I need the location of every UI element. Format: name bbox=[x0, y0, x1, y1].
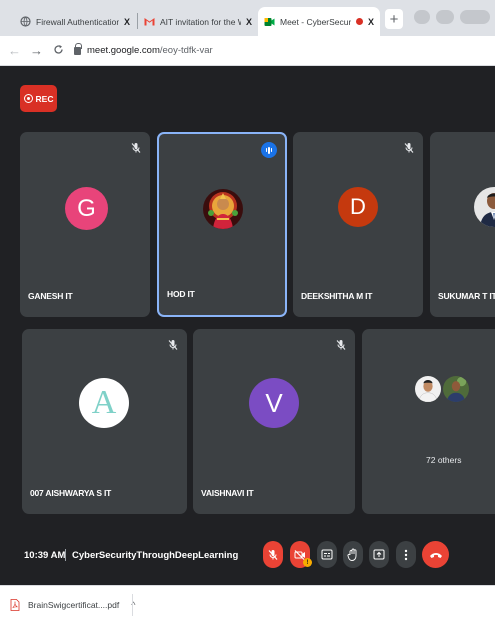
tab-title: AIT invitation for the Workshop - bbox=[160, 16, 241, 27]
more-icon bbox=[404, 549, 408, 560]
tab-close-icon[interactable]: X bbox=[124, 17, 130, 27]
recording-badge: REC bbox=[20, 85, 57, 112]
camera-toggle-button[interactable]: ! bbox=[290, 541, 312, 568]
url-field[interactable]: meet.google.com/eoy-tdfk-var bbox=[74, 42, 213, 56]
raise-hand-button[interactable] bbox=[343, 541, 363, 568]
rec-label: REC bbox=[35, 93, 54, 104]
avatar: D bbox=[338, 187, 378, 227]
tab-close-icon[interactable]: X bbox=[246, 17, 252, 27]
speaking-indicator-icon bbox=[261, 142, 277, 158]
warning-badge: ! bbox=[303, 558, 312, 567]
others-count: 72 others bbox=[426, 455, 462, 465]
download-item[interactable]: BrainSwigcertificat....pdf ^ bbox=[10, 595, 135, 615]
participant-tile-aishwarya[interactable]: A 007 AISHWARYA S IT bbox=[22, 329, 187, 514]
participant-tile-vaishnavi[interactable]: V VAISHNAVI IT bbox=[193, 329, 355, 514]
avatar: V bbox=[249, 378, 299, 428]
avatar-photo bbox=[442, 375, 470, 403]
participant-tile-ganesh[interactable]: G GANESH IT bbox=[20, 132, 150, 317]
mic-off-icon bbox=[168, 340, 178, 350]
pdf-icon bbox=[10, 599, 20, 611]
raise-hand-icon bbox=[347, 548, 357, 561]
mic-off-icon bbox=[336, 340, 346, 350]
forward-arrow-icon[interactable]: → bbox=[30, 43, 43, 58]
address-bar: ← → meet.google.com/eoy-tdfk-var bbox=[0, 36, 495, 66]
more-options-button[interactable] bbox=[396, 541, 416, 568]
hangup-icon bbox=[429, 552, 442, 558]
window-control-icon[interactable] bbox=[460, 10, 490, 24]
meeting-time: 10:39 AM bbox=[24, 550, 66, 561]
avatar-photo bbox=[414, 375, 442, 403]
avatar-photo bbox=[474, 187, 495, 227]
participant-name: VAISHNAVI IT bbox=[201, 488, 254, 498]
others-tile[interactable]: 72 others bbox=[362, 329, 495, 514]
avatar-photo bbox=[203, 189, 243, 229]
mic-off-icon bbox=[131, 143, 141, 153]
meet-icon bbox=[264, 16, 275, 27]
new-tab-button[interactable]: + bbox=[385, 9, 403, 29]
divider bbox=[65, 549, 66, 561]
leave-call-button[interactable] bbox=[422, 541, 449, 568]
tab-close-icon[interactable]: X bbox=[368, 17, 374, 27]
window-control-icon[interactable] bbox=[414, 10, 430, 24]
participant-tile-deekshitha[interactable]: D DEEKSHITHA M IT bbox=[293, 132, 423, 317]
download-filename: BrainSwigcertificat....pdf bbox=[28, 600, 120, 610]
participant-name: HOD IT bbox=[167, 289, 195, 299]
browser-tab-strip: Firewall Authentication Keepalive X AIT … bbox=[0, 0, 495, 36]
captions-button[interactable] bbox=[317, 541, 337, 568]
present-button[interactable] bbox=[369, 541, 389, 568]
tab-ait-invitation[interactable]: AIT invitation for the Workshop - X bbox=[138, 7, 258, 36]
mic-toggle-button[interactable] bbox=[263, 541, 283, 568]
tab-title: Firewall Authentication Keepalive bbox=[36, 16, 119, 27]
avatar: A bbox=[79, 378, 129, 428]
reload-icon[interactable] bbox=[52, 43, 64, 58]
divider bbox=[132, 594, 133, 616]
participant-name: SUKUMAR T IT bbox=[438, 291, 495, 301]
tab-firewall-authentication[interactable]: Firewall Authentication Keepalive X bbox=[14, 7, 136, 36]
mic-off-icon bbox=[268, 549, 278, 560]
record-icon bbox=[23, 94, 33, 103]
tab-title: Meet - CyberSecurityThroughDe bbox=[280, 16, 351, 27]
back-arrow-icon[interactable]: ← bbox=[8, 43, 21, 58]
participant-name: 007 AISHWARYA S IT bbox=[30, 488, 112, 498]
participant-name: DEEKSHITHA M IT bbox=[301, 291, 373, 301]
meeting-controls-bar: 10:39 AM CyberSecurityThroughDeepLearnin… bbox=[0, 527, 495, 585]
meet-window: REC G GANESH IT HOD IT D DEEKSHITHA M IT… bbox=[0, 66, 495, 585]
participant-name: GANESH IT bbox=[28, 291, 73, 301]
participant-tile-sukumar[interactable]: SUKUMAR T IT bbox=[430, 132, 495, 317]
download-shelf: BrainSwigcertificat....pdf ^ bbox=[0, 585, 495, 623]
lock-icon bbox=[74, 42, 82, 55]
tab-meet[interactable]: Meet - CyberSecurityThroughDe X bbox=[258, 7, 380, 36]
mic-off-icon bbox=[404, 143, 414, 153]
present-icon bbox=[373, 549, 385, 560]
url-path: /eoy-tdfk-var bbox=[159, 45, 213, 56]
window-control-icon[interactable] bbox=[436, 10, 454, 24]
url-host: meet.google.com bbox=[87, 45, 160, 56]
avatar: G bbox=[65, 187, 108, 230]
meeting-title: CyberSecurityThroughDeepLearning bbox=[72, 550, 239, 561]
captions-icon bbox=[321, 549, 333, 560]
gmail-icon bbox=[144, 16, 155, 27]
globe-icon bbox=[20, 16, 31, 27]
participant-tile-hod[interactable]: HOD IT bbox=[157, 132, 287, 317]
recording-indicator-icon bbox=[355, 18, 363, 25]
